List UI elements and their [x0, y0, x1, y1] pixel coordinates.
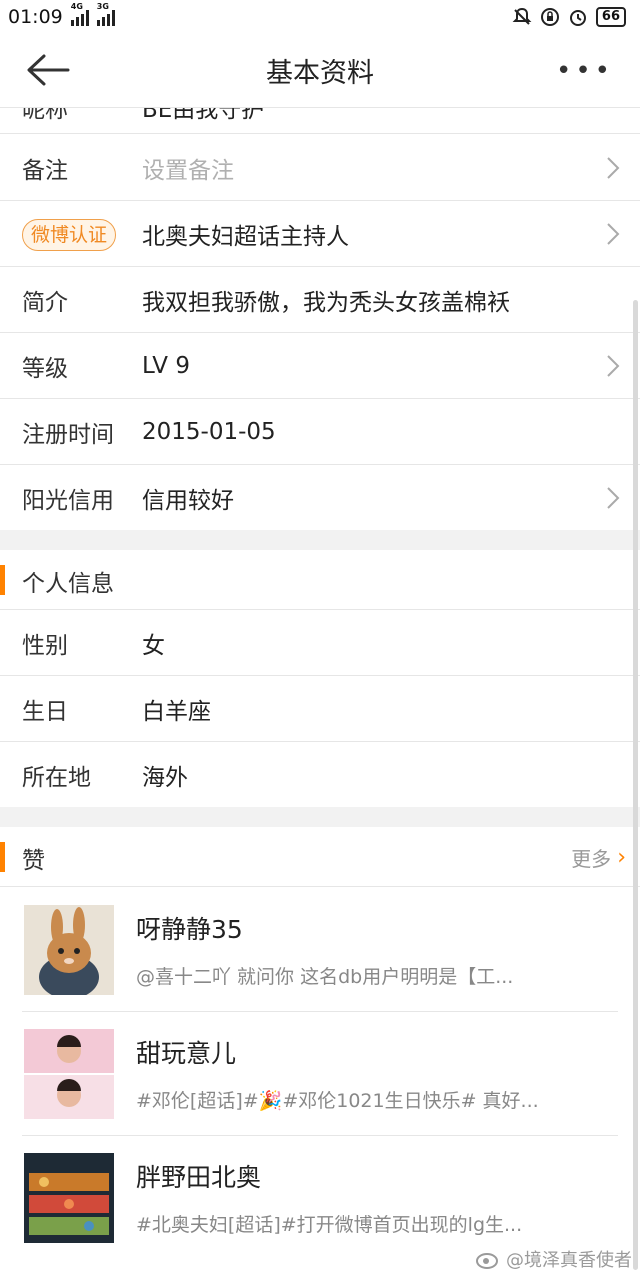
- register-label: 注册时间: [22, 421, 114, 448]
- location-label: 所在地: [22, 765, 91, 791]
- section-gap: [0, 807, 640, 827]
- weibo-watermark: @境泽真香使者: [476, 1246, 632, 1272]
- birthday-row: 生日 白羊座: [0, 676, 640, 742]
- credit-value: 信用较好: [142, 488, 234, 514]
- more-options-icon[interactable]: •••: [556, 56, 614, 86]
- section-gap: [0, 530, 640, 550]
- portrait-thumbnail: [24, 1029, 114, 1119]
- level-label: 等级: [22, 355, 68, 382]
- verify-value: 北奥夫妇超话主持人: [142, 223, 349, 250]
- liked-post-snippet: #邓伦[超话]#🎉#邓伦1021生日快乐# 真好...: [136, 1090, 539, 1112]
- section-accent: [0, 565, 5, 595]
- rabbit-thumbnail: [24, 905, 114, 995]
- register-value: 2015-01-05: [142, 418, 276, 445]
- liked-post-author: 呀静静35: [136, 915, 243, 944]
- remark-row[interactable]: 备注 设置备注: [0, 135, 640, 201]
- level-row[interactable]: 等级 LV 9: [0, 333, 640, 399]
- weibo-logo-icon: [476, 1253, 498, 1269]
- register-row: 注册时间 2015-01-05: [0, 399, 640, 465]
- location-value: 海外: [142, 765, 188, 791]
- alarm-icon: [569, 10, 586, 26]
- battery-icon: 66: [595, 7, 626, 27]
- page-title: 基本资料: [266, 58, 374, 89]
- bio-label: 简介: [22, 289, 68, 316]
- bio-row: 简介 我双担我骄傲，我为秃头女孩盖棉袄: [0, 267, 640, 333]
- scrollbar[interactable]: [633, 300, 638, 1270]
- liked-post-snippet: #北奥夫妇[超话]#打开微博首页出现的lg生...: [136, 1214, 523, 1236]
- lock-rotation-icon: [540, 8, 559, 26]
- credit-row[interactable]: 阳光信用 信用较好: [0, 465, 640, 531]
- watermark-text: @境泽真香使者: [506, 1250, 632, 1271]
- gender-row: 性别 女: [0, 610, 640, 676]
- credit-label: 阳光信用: [22, 488, 114, 514]
- liked-post-author: 甜玩意儿: [136, 1039, 237, 1068]
- chevron-right-icon: [607, 223, 620, 245]
- gender-value: 女: [142, 632, 165, 659]
- likes-more-label: 更多: [571, 847, 612, 871]
- weibo-verify-badge: 微博认证: [22, 219, 117, 251]
- personal-section-header: 个人信息: [0, 550, 640, 610]
- chevron-right-icon: [607, 487, 620, 509]
- liked-post-author: 胖野田北奥: [136, 1163, 262, 1192]
- liked-post-item[interactable]: 呀静静35 @喜十二吖 就问你 这名db用户明明是【工...: [0, 888, 640, 1012]
- back-arrow-icon[interactable]: [24, 52, 72, 88]
- nav-header-cover: 基本资料 •••: [0, 34, 640, 108]
- level-value: LV 9: [142, 352, 190, 379]
- chevron-right-icon: [607, 355, 620, 377]
- personal-section-title: 个人信息: [22, 571, 114, 597]
- liked-post-item[interactable]: 胖野田北奥 #北奥夫妇[超话]#打开微博首页出现的lg生...: [0, 1136, 640, 1260]
- liked-post-item[interactable]: 甜玩意儿 #邓伦[超话]#🎉#邓伦1021生日快乐# 真好...: [0, 1012, 640, 1136]
- chevron-right-icon: ›: [617, 845, 626, 870]
- cell-signal-2-icon: 3G: [96, 2, 115, 26]
- gender-label: 性别: [22, 632, 68, 659]
- location-row: 所在地 海外: [0, 742, 640, 808]
- bell-off-icon: [512, 7, 532, 25]
- birthday-label: 生日: [22, 698, 68, 725]
- likes-more-link[interactable]: 更多 ›: [571, 843, 626, 872]
- status-bar: 01:09 4G 3G 66: [0, 0, 640, 34]
- remark-label: 备注: [22, 157, 68, 184]
- cell-signal-icon: 4G: [70, 2, 89, 26]
- remark-placeholder: 设置备注: [142, 157, 234, 184]
- liked-post-snippet: @喜十二吖 就问你 这名db用户明明是【工...: [136, 966, 514, 988]
- bio-value: 我双担我骄傲，我为秃头女孩盖棉袄: [142, 289, 510, 316]
- section-accent: [0, 842, 5, 872]
- birthday-value: 白羊座: [142, 698, 211, 725]
- food-thumbnail: [24, 1153, 114, 1243]
- chevron-right-icon: [607, 157, 620, 179]
- likes-section-title: 赞: [22, 848, 45, 874]
- status-time: 01:09: [8, 6, 63, 28]
- verify-row[interactable]: 微博认证 北奥夫妇超话主持人: [0, 201, 640, 267]
- likes-section-header: 赞 更多 ›: [0, 827, 640, 887]
